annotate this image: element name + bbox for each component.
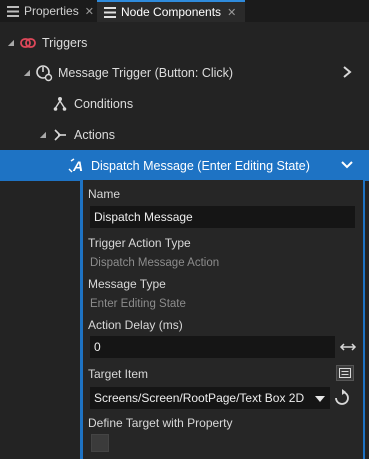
- tree-item-label: Dispatch Message (Enter Editing State): [91, 158, 310, 173]
- expand-arrow-icon[interactable]: ◢: [38, 130, 48, 139]
- tab-node-components[interactable]: Node Components ✕: [97, 0, 245, 22]
- trigger-action-type-value: Dispatch Message Action: [90, 257, 220, 269]
- tab-properties-label: Properties: [24, 4, 79, 18]
- tree-item-label: Triggers: [42, 35, 88, 50]
- message-trigger-icon: [35, 64, 53, 82]
- trigger-link-icon: [19, 34, 37, 52]
- tree-item-conditions[interactable]: Conditions: [0, 88, 369, 119]
- message-type-label: Message Type: [88, 277, 166, 291]
- tree-item-label: Message Trigger (Button: Click): [58, 65, 234, 80]
- selection-border: [363, 180, 365, 459]
- actions-icon: [51, 126, 69, 144]
- list-view-icon[interactable]: [336, 365, 354, 381]
- tree-item-label: Actions: [74, 127, 115, 142]
- reset-icon[interactable]: [333, 389, 351, 407]
- define-target-label: Define Target with Property: [88, 416, 233, 430]
- close-icon[interactable]: ✕: [85, 5, 94, 18]
- trigger-action-type-label: Trigger Action Type: [88, 236, 191, 250]
- dropdown-arrow-icon[interactable]: [315, 393, 325, 403]
- tree-item-label: Conditions: [74, 96, 134, 111]
- conditions-icon: [51, 95, 69, 113]
- expand-arrow-icon[interactable]: ◢: [22, 68, 32, 77]
- tab-properties[interactable]: Properties ✕: [0, 0, 97, 22]
- message-type-value: Enter Editing State: [90, 298, 186, 310]
- target-item-dropdown[interactable]: Screens/Screen/RootPage/Text Box 2D: [90, 387, 330, 409]
- dispatch-message-icon: A: [68, 157, 86, 175]
- chevron-right-icon[interactable]: [340, 64, 354, 80]
- tab-node-components-label: Node Components: [121, 5, 222, 19]
- expand-arrow-icon[interactable]: ◢: [6, 38, 16, 47]
- tree-item-triggers[interactable]: ◢ Triggers: [0, 27, 369, 58]
- selection-border: [80, 180, 83, 459]
- define-target-checkbox[interactable]: [91, 434, 109, 452]
- target-item-value: Screens/Screen/RootPage/Text Box 2D: [94, 391, 305, 405]
- tree-item-message-trigger[interactable]: ◢ Message Trigger (Button: Click): [0, 57, 369, 88]
- tree-item-dispatch-message[interactable]: A Dispatch Message (Enter Editing State): [0, 150, 369, 181]
- list-icon: [6, 4, 20, 18]
- action-delay-label: Action Delay (ms): [88, 318, 183, 332]
- drag-adjust-icon[interactable]: [339, 340, 357, 354]
- name-label: Name: [88, 187, 121, 201]
- list-icon: [103, 5, 117, 19]
- tree-item-actions[interactable]: ◢ Actions: [0, 119, 369, 150]
- svg-text:A: A: [72, 158, 83, 174]
- close-icon[interactable]: ✕: [227, 6, 236, 19]
- chevron-down-icon[interactable]: [339, 158, 355, 172]
- name-field[interactable]: Dispatch Message: [90, 206, 355, 228]
- target-item-label: Target Item: [88, 367, 149, 381]
- action-delay-field[interactable]: 0: [90, 336, 335, 358]
